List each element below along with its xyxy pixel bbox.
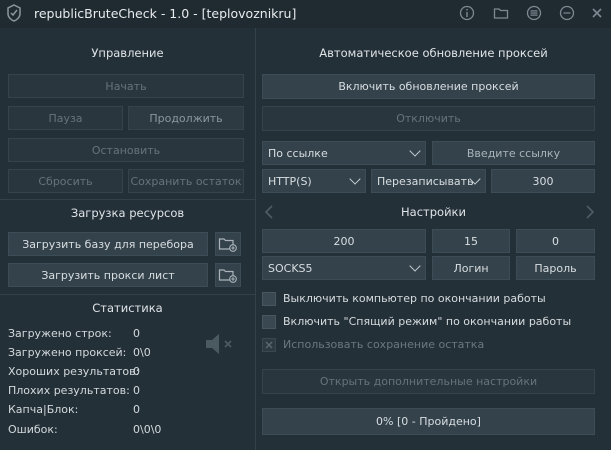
x-mark-icon [265, 341, 273, 349]
sleep-checkbox[interactable] [262, 315, 276, 329]
window-title: republicBruteCheck - 1.0 - [teplovoznikr… [34, 6, 297, 21]
proxy-update-title: Автоматическое обновление проксей [319, 46, 548, 60]
save-rest-button[interactable]: Сохранить остаток [128, 169, 244, 193]
save-rest-checkbox[interactable] [262, 338, 276, 352]
separator [0, 294, 255, 295]
settings-timeout-input[interactable]: 15 [432, 229, 510, 253]
load-proxies-button[interactable]: Загрузить прокси лист [8, 263, 208, 287]
panel-divider [255, 28, 256, 450]
info-icon[interactable] [459, 5, 475, 21]
app-logo-icon [7, 4, 21, 22]
stat-label-lines: Загружено строк: [8, 327, 112, 340]
chevron-down-icon [409, 260, 421, 272]
stat-value-good: 0 [133, 365, 140, 378]
disable-proxy-update-button[interactable]: Отключить [262, 106, 595, 131]
proxy-source-value: По ссылке [268, 146, 328, 160]
login-input[interactable]: Логин [432, 256, 510, 280]
settings-retries-input[interactable]: 0 [516, 229, 595, 253]
stat-value-lines: 0 [133, 327, 140, 340]
chevron-right-icon[interactable] [585, 205, 595, 219]
update-interval-input[interactable]: 300 [491, 169, 595, 193]
shutdown-checkbox[interactable] [262, 292, 276, 306]
progress-status: 0% [0 - Пройдено] [262, 408, 595, 435]
menu-icon[interactable] [526, 5, 542, 21]
stat-label-good: Хороших результатов: [8, 365, 140, 378]
title-bar: republicBruteCheck - 1.0 - [teplovoznikr… [0, 0, 611, 28]
stat-label-bad: Плохих результатов: [8, 384, 130, 397]
resources-title: Загрузка ресурсов [70, 206, 185, 220]
shutdown-label: Выключить компьютер по окончании работы [283, 292, 546, 305]
stat-label-proxies: Загружено проксей: [8, 346, 127, 359]
load-proxies-folder-button[interactable] [215, 263, 241, 287]
folder-add-icon [218, 269, 237, 283]
proxy-source-select[interactable]: По ссылке [262, 141, 426, 165]
proxy-type-select[interactable]: HTTP(S) [262, 169, 366, 193]
password-input[interactable]: Пароль [516, 256, 595, 280]
stop-button[interactable]: Остановить [8, 138, 244, 162]
stat-label-captcha: Капча|Блок: [8, 403, 79, 416]
settings-threads-input[interactable]: 200 [262, 229, 426, 253]
pause-button[interactable]: Пауза [8, 106, 123, 130]
chevron-down-icon [409, 145, 421, 157]
enable-proxy-update-button[interactable]: Включить обновление проксей [262, 74, 595, 99]
proxy-url-input[interactable]: Введите ссылку [432, 141, 595, 165]
open-more-settings-button[interactable]: Открыть дополнительные настройки [262, 369, 595, 394]
protocol-value: SOCKS5 [268, 261, 313, 275]
stat-value-captcha: 0 [133, 403, 140, 416]
settings-title: Настройки [401, 205, 466, 219]
separator [0, 199, 255, 200]
sound-muted-icon[interactable] [204, 333, 236, 355]
load-base-button[interactable]: Загрузить базу для перебора [8, 232, 208, 256]
close-icon[interactable] [589, 5, 605, 21]
protocol-select[interactable]: SOCKS5 [262, 256, 426, 280]
reset-button[interactable]: Сбросить [8, 169, 123, 193]
minimize-icon[interactable] [559, 5, 575, 21]
stats-title: Статистика [92, 301, 163, 315]
load-base-folder-button[interactable] [215, 232, 241, 256]
sleep-label: Включить "Спящий режим" по окончании раб… [283, 315, 572, 328]
folder-add-icon [218, 238, 237, 252]
stat-label-errors: Ошибок: [8, 423, 58, 436]
stat-value-proxies: 0\0 [133, 346, 151, 359]
stat-value-bad: 0 [133, 384, 140, 397]
update-mode-value: Перезаписывать [377, 174, 474, 188]
update-mode-select[interactable]: Перезаписывать [371, 169, 486, 193]
start-button[interactable]: Начать [8, 74, 244, 98]
chevron-down-icon [349, 173, 361, 185]
proxy-type-value: HTTP(S) [268, 174, 312, 188]
control-title: Управление [91, 46, 164, 60]
stat-value-errors: 0\0\0 [133, 423, 162, 436]
resume-button[interactable]: Продолжить [128, 106, 244, 130]
save-rest-label: Использовать сохранение остатка [283, 338, 485, 351]
folder-icon[interactable] [493, 5, 509, 21]
